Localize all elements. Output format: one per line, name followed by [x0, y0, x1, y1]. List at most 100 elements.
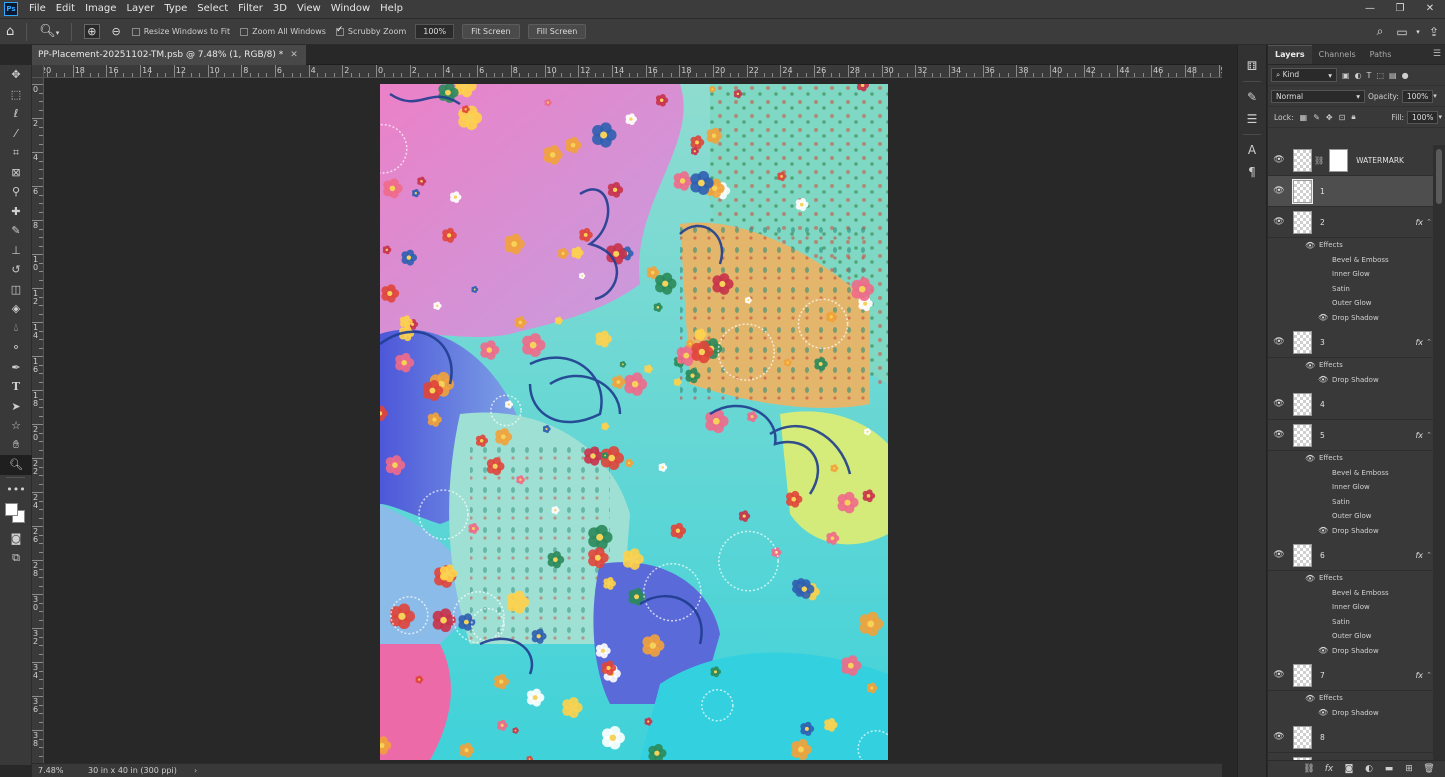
visibility-eye-icon[interactable]: 👁︎ [1305, 241, 1315, 250]
layer-list-scrollbar[interactable] [1433, 145, 1445, 760]
layer-row[interactable]: 👁︎ 5 fx ⌃ [1268, 420, 1433, 451]
layer-name[interactable]: 1 [1320, 187, 1325, 196]
stamp-tool-icon[interactable]: ⊥ [0, 241, 32, 261]
lock-transparent-icon[interactable]: ▦ [1300, 113, 1308, 122]
scrollbar-thumb[interactable] [1436, 149, 1442, 204]
tab-layers[interactable]: Layers [1268, 45, 1312, 64]
effect-item[interactable]: Satin [1268, 495, 1433, 510]
menu-view[interactable]: View [292, 0, 326, 18]
horizontal-ruler[interactable]: 2018161412108642024681012141618202224262… [44, 65, 1222, 78]
visibility-eye-icon[interactable]: 👁︎ [1268, 550, 1290, 560]
visibility-eye-icon[interactable]: 👁︎ [1305, 694, 1315, 703]
menu-edit[interactable]: Edit [51, 0, 80, 18]
layer-row[interactable]: 👁︎9 [1268, 753, 1433, 760]
screen-mode-icon[interactable]: ⧉ [0, 549, 32, 569]
effect-item[interactable]: Outer Glow [1268, 296, 1433, 311]
zoom-level[interactable]: 7.48% [32, 766, 88, 775]
layer-thumbnail[interactable] [1293, 423, 1312, 447]
layer-name[interactable]: WATERMARK [1356, 156, 1404, 165]
color-swatches[interactable] [0, 499, 32, 529]
visibility-eye-icon[interactable]: 👁︎ [1318, 646, 1328, 655]
checkbox-box[interactable] [240, 27, 249, 36]
filter-smart-object-icon[interactable]: ▤ [1389, 71, 1397, 80]
effect-item[interactable]: Outer Glow [1268, 629, 1433, 644]
chevron-up-icon[interactable]: ⌃ [1426, 551, 1432, 559]
workspace-icon[interactable]: ▭ [1391, 25, 1413, 39]
visibility-eye-icon[interactable]: 👁︎ [1268, 430, 1290, 440]
layer-thumbnail[interactable] [1293, 663, 1312, 687]
visibility-eye-icon[interactable]: 👁︎ [1305, 454, 1315, 463]
tab-channels[interactable]: Channels [1312, 46, 1363, 64]
filter-shape-icon[interactable]: ⬚ [1376, 71, 1384, 80]
effect-item[interactable]: Inner Glow [1268, 600, 1433, 615]
paint-bucket-tool-icon[interactable]: ◈ [0, 299, 32, 319]
visibility-eye-icon[interactable]: 👁︎ [1305, 361, 1315, 370]
visibility-eye-icon[interactable]: 👁︎ [1318, 375, 1328, 384]
menu-help[interactable]: Help [375, 0, 408, 18]
visibility-eye-icon[interactable]: 👁︎ [1268, 186, 1290, 196]
visibility-eye-icon[interactable]: 👁︎ [1268, 732, 1290, 742]
delete-layer-icon[interactable]: 🗑︎ [1419, 764, 1439, 774]
canvas-workarea[interactable] [44, 79, 1222, 763]
fit-screen-button[interactable]: Fit Screen [462, 24, 520, 39]
blur-tool-icon[interactable]: 💧︎ [0, 319, 32, 339]
visibility-eye-icon[interactable]: 👁︎ [1318, 708, 1328, 717]
layer-row[interactable]: 👁︎ 6 fx ⌃ [1268, 540, 1433, 571]
layer-thumbnail[interactable] [1293, 543, 1312, 567]
home-icon[interactable]: ⌂ [6, 24, 14, 39]
visibility-eye-icon[interactable]: 👁︎ [1268, 670, 1290, 680]
layer-thumbnail[interactable] [1293, 392, 1312, 416]
resize-windows-checkbox[interactable]: Resize Windows to Fit [131, 27, 230, 36]
layer-row[interactable]: 👁︎ 1 [1268, 176, 1433, 207]
pen-tool-icon[interactable]: ✒ [0, 358, 32, 378]
ruler-origin[interactable] [32, 65, 44, 78]
lock-artboard-icon[interactable]: ⊡ [1339, 113, 1346, 122]
effect-item[interactable]: Inner Glow [1268, 267, 1433, 282]
chevron-up-icon[interactable]: ⌃ [1426, 671, 1432, 679]
fill-screen-button[interactable]: Fill Screen [527, 24, 587, 39]
path-selection-tool-icon[interactable]: ➤ [0, 397, 32, 417]
layer-name[interactable]: 8 [1320, 733, 1325, 742]
lock-all-icon[interactable]: 🔒︎ [1351, 112, 1355, 122]
chevron-up-icon[interactable]: ⌃ [1426, 431, 1432, 439]
panel-menu-icon[interactable]: ☰ [1433, 49, 1441, 59]
effect-item[interactable]: Bevel & Emboss [1268, 586, 1433, 601]
effect-item[interactable]: Bevel & Emboss [1268, 253, 1433, 268]
effect-item[interactable]: Outer Glow [1268, 509, 1433, 524]
foreground-color-swatch[interactable] [5, 503, 18, 516]
crop-tool-icon[interactable]: ⌗ [0, 143, 32, 163]
layer-row[interactable]: 👁︎ 4 [1268, 389, 1433, 420]
quick-select-tool-icon[interactable]: ⁄ [0, 124, 32, 144]
chevron-down-icon[interactable]: ▾ [1433, 92, 1437, 100]
checkbox-box[interactable] [335, 25, 344, 36]
fill-field[interactable]: 100% [1407, 110, 1439, 124]
menu-image[interactable]: Image [80, 0, 121, 18]
tab-paths[interactable]: Paths [1363, 46, 1399, 64]
effect-item[interactable]: 👁︎ Drop Shadow [1268, 644, 1433, 659]
zoom-in-icon[interactable]: ⊕ [84, 24, 100, 39]
effect-item[interactable]: Bevel & Emboss [1268, 466, 1433, 481]
opacity-field[interactable]: 100% [1401, 89, 1434, 103]
eraser-tool-icon[interactable]: ◫ [0, 280, 32, 300]
shape-tool-icon[interactable]: ☆ [0, 416, 32, 436]
add-style-icon[interactable]: fx [1319, 764, 1339, 774]
chevron-right-icon[interactable]: › [194, 766, 197, 775]
visibility-eye-icon[interactable]: 👁︎ [1305, 574, 1315, 583]
visibility-eye-icon[interactable]: 👁︎ [1318, 313, 1328, 322]
fx-icon[interactable]: fx [1415, 338, 1423, 347]
frame-tool-icon[interactable]: ⊠ [0, 163, 32, 183]
effect-item[interactable]: 👁︎ Drop Shadow [1268, 311, 1433, 326]
fx-icon[interactable]: fx [1415, 551, 1423, 560]
effects-group[interactable]: 👁︎ Effects [1268, 451, 1433, 466]
layer-thumbnail[interactable] [1293, 148, 1312, 172]
effect-item[interactable]: Inner Glow [1268, 480, 1433, 495]
restore-icon[interactable]: ❐ [1385, 0, 1415, 18]
menu-window[interactable]: Window [326, 0, 375, 18]
document-info[interactable]: 30 in x 40 in (300 ppi) [88, 766, 194, 775]
eyedropper-tool-icon[interactable]: ⚲ [0, 182, 32, 202]
brush-settings-icon[interactable]: ✎ [1238, 86, 1266, 108]
filter-adjustment-icon[interactable]: ◐ [1355, 71, 1362, 80]
menu-3d[interactable]: 3D [268, 0, 292, 18]
layer-thumbnail[interactable] [1292, 178, 1313, 204]
character-icon[interactable]: A [1238, 139, 1266, 161]
